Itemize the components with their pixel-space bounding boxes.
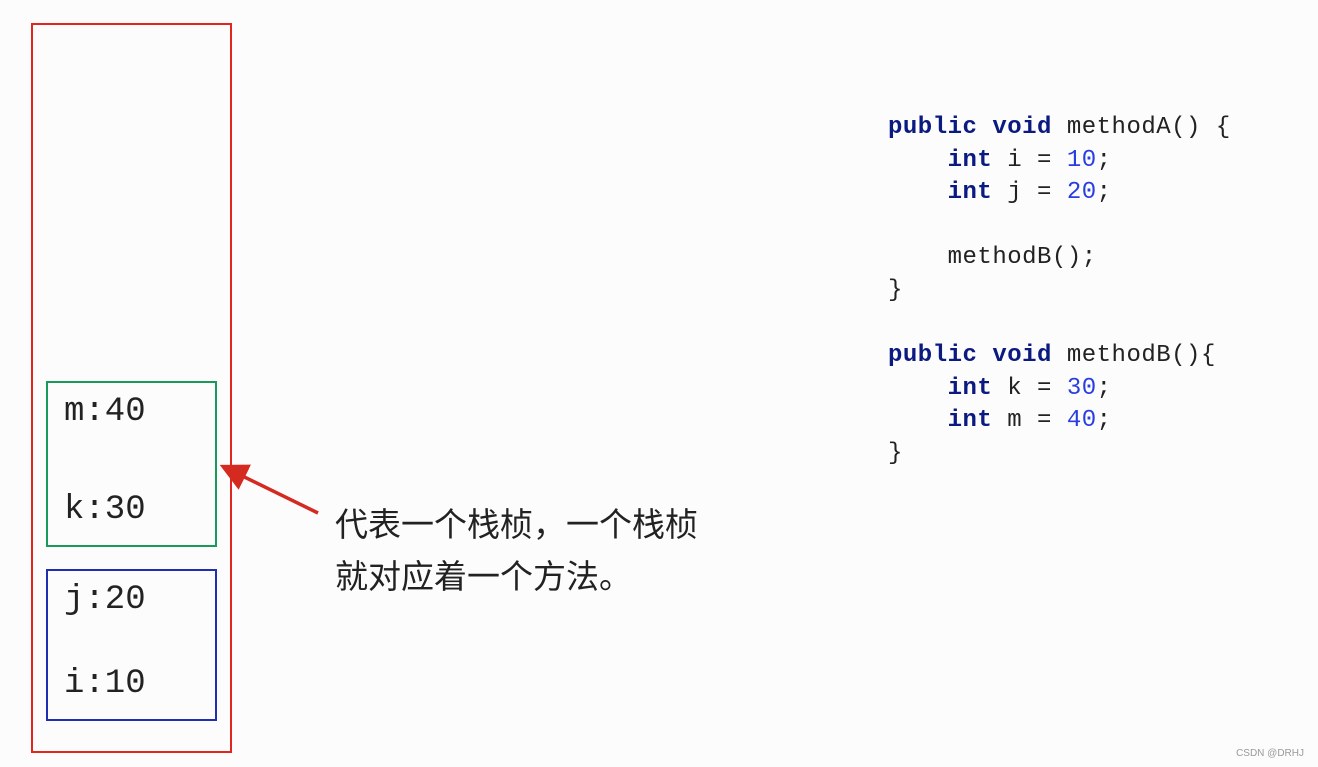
code-text: ; [1096, 179, 1112, 207]
code-number: 30 [1066, 374, 1097, 402]
code-text: methodB(){ [1051, 342, 1216, 370]
code-keyword: int [947, 374, 993, 402]
code-keyword: public void [888, 342, 1052, 370]
code-text: ; [1096, 407, 1112, 435]
code-text: m = [992, 407, 1067, 435]
code-keyword: int [947, 179, 993, 207]
code-text: j = [992, 179, 1067, 207]
code-text: ; [1096, 146, 1112, 174]
code-line: int k = 30; [888, 373, 1231, 406]
code-line: int j = 20; [888, 177, 1231, 210]
code-keyword: public void [888, 114, 1052, 141]
code-text: methodB(); [888, 244, 1097, 272]
code-line: int i = 10; [888, 145, 1231, 178]
code-text: i = [992, 146, 1067, 174]
annotation-line-1: 代表一个栈桢，一个栈桢 [335, 505, 698, 544]
code-text: methodA() { [1051, 114, 1231, 141]
watermark: CSDN @DRHJ [1236, 748, 1304, 759]
code-line: public void methodA() { [888, 112, 1231, 145]
code-line: public void methodB(){ [888, 340, 1231, 373]
arrow-icon [219, 464, 319, 515]
code-number: 10 [1066, 146, 1097, 174]
code-keyword: int [947, 407, 993, 435]
code-text: } [888, 276, 903, 304]
code-line: } [888, 438, 1231, 471]
code-number: 40 [1066, 407, 1097, 435]
code-number: 20 [1066, 179, 1097, 207]
code-keyword: int [947, 146, 993, 174]
code-line: methodB(); [888, 242, 1231, 275]
code-text: k = [992, 374, 1067, 402]
code-line: int m = 40; [888, 405, 1231, 438]
annotation-line-2: 就对应着一个方法。 [335, 557, 632, 596]
code-text: ; [1096, 374, 1112, 402]
code-line: } [888, 275, 1231, 308]
code-text: } [888, 439, 903, 467]
code-block: public void methodA() { int i = 10; int … [888, 112, 1231, 471]
